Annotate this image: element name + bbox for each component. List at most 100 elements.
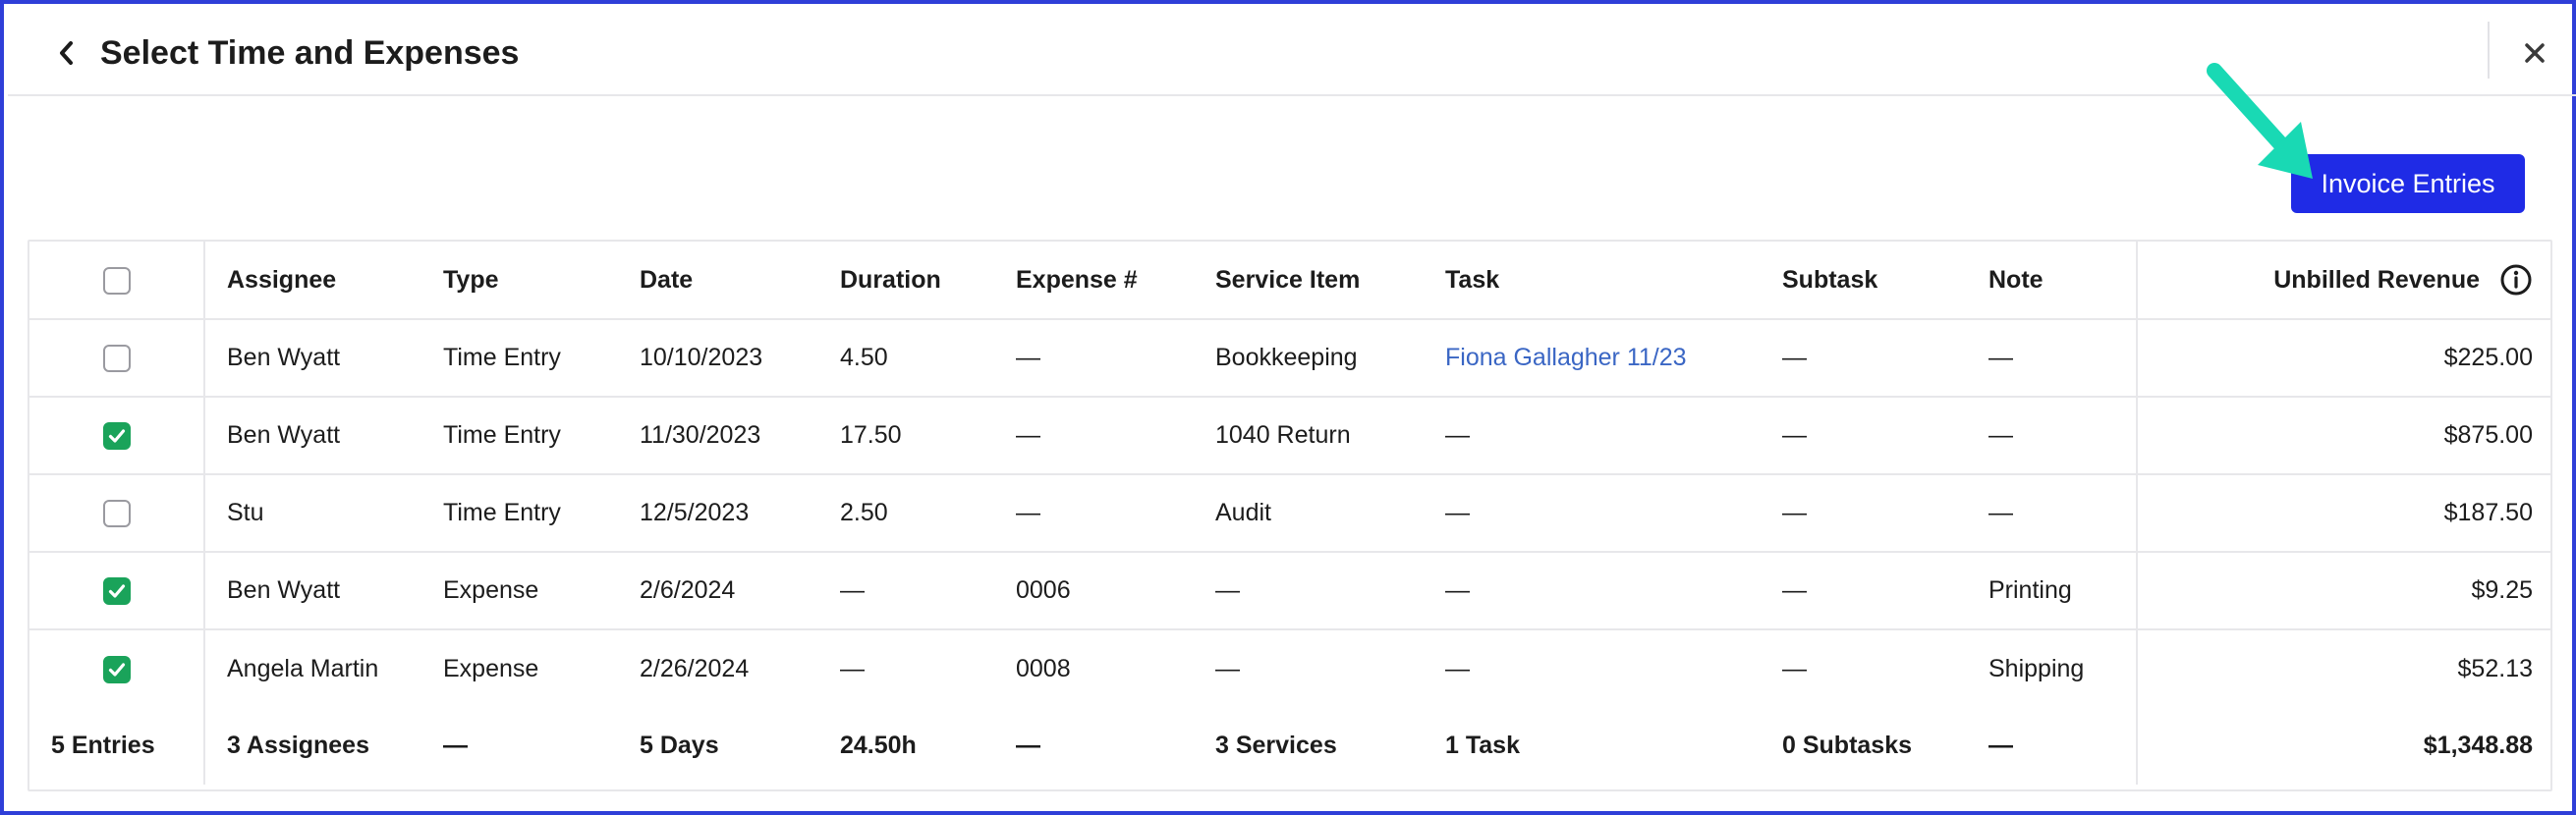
cell-note: Printing (1988, 552, 2137, 630)
total-subtasks: 0 Subtasks (1782, 732, 1913, 759)
cell-note: Shipping (1988, 654, 2085, 682)
cell-expense-number: 0008 (1016, 654, 1071, 682)
cell-service-item: Bookkeeping (1215, 319, 1445, 398)
total-tasks: 1 Task (1445, 732, 1520, 759)
cell-task: — (1445, 397, 1782, 475)
modal-window: Select Time and Expenses Invoice Entries… (0, 0, 2576, 815)
cell-unbilled-revenue: $52.13 (2136, 629, 2552, 707)
totals-row: 5 Entries 3 Assignees — 5 Days 24.50h — … (29, 707, 2552, 785)
modal-header: Select Time and Expenses (8, 8, 2576, 96)
total-days: 5 Days (640, 732, 719, 759)
row-select-cell (29, 474, 205, 553)
table-row[interactable]: Ben Wyatt Time Entry 10/10/2023 4.50— Bookke… (29, 319, 2552, 398)
total-type: — (443, 732, 468, 759)
cell-date: 12/5/2023 (640, 474, 840, 553)
total-entries: 5 Entries (29, 707, 205, 785)
cell-duration: 4.50 (840, 319, 1016, 398)
table-row[interactable]: Ben Wyatt Expense 2/6/2024—0006— — — Printing… (29, 552, 2552, 630)
column-header-type[interactable]: Type (443, 242, 640, 320)
row-checkbox[interactable] (102, 577, 131, 606)
cell-note: — (1988, 319, 2137, 398)
row-checkbox[interactable] (102, 422, 131, 451)
cell-type: Time Entry (443, 397, 640, 475)
total-note: — (1988, 732, 2013, 759)
cell-service-item: Audit (1215, 474, 1445, 553)
cell-assignee: Angela Martin (227, 654, 379, 682)
row-checkbox[interactable] (102, 655, 131, 683)
cell-subtask: — (1782, 319, 1988, 398)
cell-assignee: Ben Wyatt (204, 319, 443, 398)
cell-expense-number: 0006 (1016, 552, 1215, 630)
cell-task: — (1445, 654, 1470, 682)
cell-subtask: — (1782, 397, 1988, 475)
cell-task: Fiona Gallagher 11/23 (1445, 319, 1782, 398)
total-duration: 24.50h (840, 732, 917, 759)
cell-unbilled-revenue: $187.50 (2136, 474, 2552, 553)
row-select-cell (29, 397, 205, 475)
row-select-cell (29, 629, 205, 707)
unbilled-revenue-label: Unbilled Revenue (2273, 265, 2480, 294)
cell-date: 11/30/2023 (640, 397, 840, 475)
checkmark-icon (108, 429, 125, 443)
column-header-unbilled-revenue[interactable]: Unbilled Revenue (2136, 242, 2552, 320)
header-divider (2488, 22, 2490, 79)
cell-subtask: — (1782, 474, 1988, 553)
column-header-note[interactable]: Note (1988, 242, 2137, 320)
cell-date: 2/26/2024 (640, 654, 750, 682)
table-row[interactable]: Angela Martin Expense 2/26/2024 — 0008 — — — Shi… (29, 629, 2552, 707)
row-checkbox[interactable] (102, 345, 131, 373)
cell-expense-number: — (1016, 319, 1215, 398)
select-all-cell (29, 242, 205, 320)
cell-assignee: Ben Wyatt (204, 397, 443, 475)
invoice-entries-button[interactable]: Invoice Entries (2291, 154, 2525, 213)
cell-service-item: 1040 Return (1215, 397, 1445, 475)
cell-task: — (1445, 552, 1782, 630)
cell-service-item: — (1215, 552, 1445, 630)
cell-date: 10/10/2023 (640, 319, 840, 398)
task-link[interactable]: Fiona Gallagher 11/23 (1445, 344, 1687, 371)
row-checkbox[interactable] (102, 500, 131, 528)
table-row[interactable]: Ben Wyatt Time Entry 11/30/2023 17.50—1040 … (29, 397, 2552, 475)
info-icon[interactable] (2499, 263, 2533, 297)
total-expense: — (1016, 732, 1040, 759)
cell-duration: — (840, 654, 865, 682)
column-header-date[interactable]: Date (640, 242, 840, 320)
cell-unbilled-revenue: $225.00 (2136, 319, 2552, 398)
cell-type: Expense (443, 654, 539, 682)
cell-subtask: — (1782, 654, 1807, 682)
row-select-cell (29, 319, 205, 398)
page-title: Select Time and Expenses (100, 34, 520, 72)
cell-duration: 17.50 (840, 397, 1016, 475)
cell-assignee: Ben Wyatt (204, 552, 443, 630)
cell-expense-number: — (1016, 397, 1215, 475)
cell-note: — (1988, 474, 2137, 553)
table-row[interactable]: Stu Time Entry 12/5/2023 2.50— Audit — — — $187.… (29, 474, 2552, 553)
column-header-task[interactable]: Task (1445, 242, 1782, 320)
back-button[interactable] (49, 33, 84, 73)
column-header-service-item[interactable]: Service Item (1215, 242, 1445, 320)
total-assignees: 3 Assignees (227, 732, 369, 759)
cell-note: — (1988, 397, 2137, 475)
column-header-expense[interactable]: Expense # (1016, 242, 1215, 320)
cell-subtask: — (1782, 552, 1988, 630)
cell-expense-number: — (1016, 474, 1215, 553)
column-header-subtask[interactable]: Subtask (1782, 242, 1988, 320)
cell-task: — (1445, 474, 1782, 553)
select-all-checkbox[interactable] (102, 266, 131, 295)
chevron-left-icon (60, 41, 73, 65)
cell-type: Expense (443, 552, 640, 630)
checkmark-icon (108, 663, 125, 677)
total-unbilled-revenue: $1,348.88 (2136, 707, 2552, 785)
cell-duration: — (840, 552, 1016, 630)
cell-type: Time Entry (443, 319, 640, 398)
cell-assignee: Stu (204, 474, 443, 553)
cell-service-item: — (1215, 654, 1240, 682)
table-header-row: Assignee Type Date Duration Expense # Se… (29, 242, 2552, 320)
cell-date: 2/6/2024 (640, 552, 840, 630)
cell-unbilled-revenue: $9.25 (2136, 552, 2552, 630)
column-header-duration[interactable]: Duration (840, 242, 1016, 320)
cell-duration: 2.50 (840, 474, 1016, 553)
close-button[interactable] (2513, 31, 2556, 75)
cell-unbilled-revenue: $875.00 (2136, 397, 2552, 475)
column-header-assignee[interactable]: Assignee (204, 242, 443, 320)
